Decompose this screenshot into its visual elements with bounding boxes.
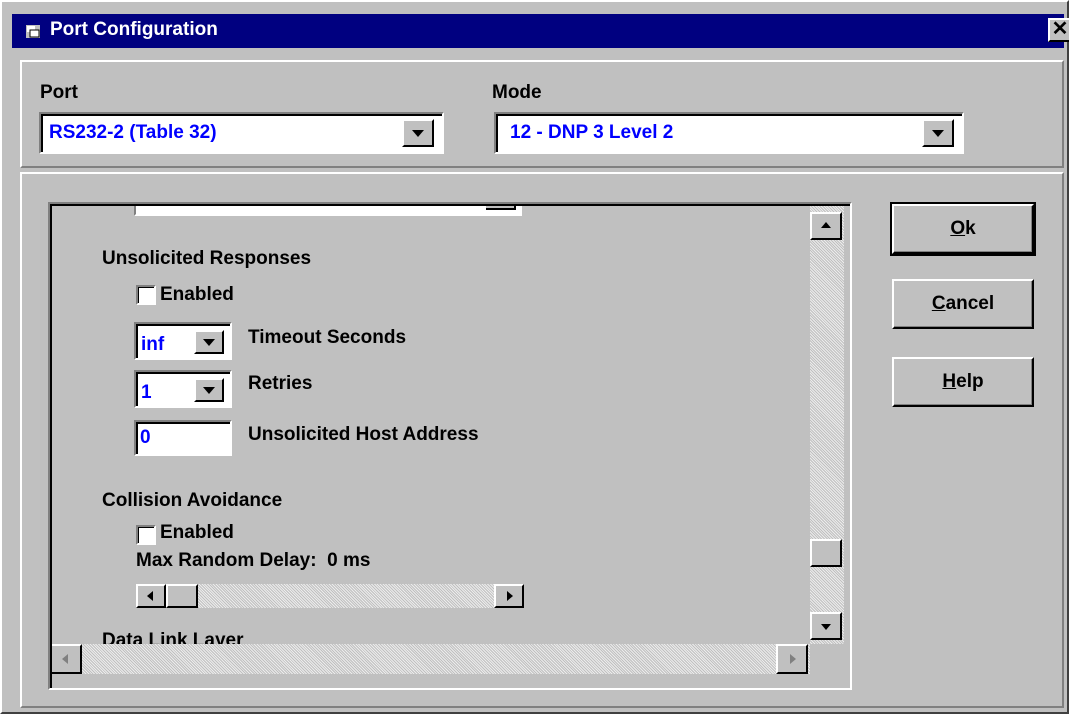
unsolicited-heading: Unsolicited Responses	[102, 248, 312, 269]
max-delay-label: Max Random Delay: 0 ms	[136, 550, 370, 572]
title-bar[interactable]: Port Configuration ✕	[12, 14, 1069, 48]
settings-scroll-area[interactable]: Unsolicited Responses Enabled inf Timeou…	[48, 202, 852, 690]
mode-select-value: 12 - DNP 3 Level 2	[510, 122, 674, 143]
arrow-up-icon	[821, 222, 831, 228]
max-delay-value: 0 ms	[327, 550, 371, 571]
chevron-down-icon	[412, 130, 424, 137]
ok-button[interactable]: Ok	[890, 202, 1036, 256]
window-title: Port Configuration	[50, 19, 218, 40]
mode-select[interactable]: 12 - DNP 3 Level 2	[494, 112, 964, 154]
vertical-scrollbar[interactable]	[810, 204, 844, 644]
app-icon	[26, 25, 40, 38]
slider-right-button[interactable]	[494, 584, 524, 608]
scroll-right-button[interactable]	[776, 644, 808, 674]
help-label: elp	[956, 371, 984, 392]
cancel-label: ancel	[945, 293, 995, 314]
close-button[interactable]: ✕	[1048, 18, 1069, 42]
retries-value: 1	[141, 382, 152, 403]
timeout-select[interactable]: inf	[134, 322, 232, 360]
retries-label: Retries	[248, 373, 313, 394]
ok-label: k	[965, 218, 976, 239]
host-address-input[interactable]: 0	[134, 420, 232, 456]
arrow-left-icon	[147, 591, 153, 601]
port-label: Port	[40, 82, 78, 103]
arrow-down-icon	[821, 624, 831, 630]
timeout-label: Timeout Seconds	[248, 327, 407, 348]
host-address-value: 0	[140, 427, 151, 448]
port-configuration-window: Port Configuration ✕ Port RS232-2 (Table…	[0, 0, 1069, 714]
arrow-right-icon	[507, 591, 513, 601]
mode-label: Mode	[492, 82, 542, 103]
vertical-scroll-thumb[interactable]	[810, 539, 842, 567]
help-button[interactable]: Help	[892, 357, 1034, 407]
port-select[interactable]: RS232-2 (Table 32)	[39, 112, 444, 154]
horizontal-scrollbar[interactable]	[50, 644, 810, 674]
retries-select[interactable]: 1	[134, 370, 232, 408]
chevron-down-icon	[932, 130, 944, 137]
retries-dropdown-button[interactable]	[194, 378, 224, 402]
port-dropdown-button[interactable]	[402, 119, 434, 147]
port-select-value: RS232-2 (Table 32)	[49, 122, 217, 143]
close-icon: ✕	[1051, 18, 1069, 40]
cancel-button[interactable]: Cancel	[892, 279, 1034, 329]
arrow-right-icon	[790, 654, 796, 664]
collision-enabled-checkbox[interactable]	[136, 525, 156, 545]
scroll-down-button[interactable]	[810, 612, 842, 640]
host-address-label: Unsolicited Host Address	[248, 424, 479, 445]
scroll-up-button[interactable]	[810, 212, 842, 240]
scroll-left-button[interactable]	[50, 644, 82, 674]
scrollbar-corner	[810, 644, 844, 674]
partial-select-top[interactable]	[134, 204, 522, 216]
chevron-down-icon	[203, 339, 215, 346]
timeout-value: inf	[141, 334, 165, 355]
arrow-left-icon	[62, 654, 68, 664]
mode-dropdown-button[interactable]	[922, 119, 954, 147]
max-delay-caption: Max Random Delay:	[136, 550, 317, 571]
ok-mnemonic: O	[950, 218, 966, 239]
collision-enabled-label[interactable]: Enabled	[160, 522, 234, 544]
help-mnemonic: H	[942, 371, 957, 392]
chevron-down-icon	[203, 387, 215, 394]
cancel-mnemonic: C	[931, 293, 946, 314]
settings-content: Unsolicited Responses Enabled inf Timeou…	[50, 204, 810, 648]
slider-thumb[interactable]	[166, 584, 198, 608]
max-delay-slider[interactable]	[136, 584, 524, 608]
unsolicited-enabled-checkbox[interactable]	[136, 285, 156, 305]
slider-left-button[interactable]	[136, 584, 166, 608]
timeout-dropdown-button[interactable]	[194, 330, 224, 354]
collision-heading: Collision Avoidance	[102, 490, 283, 511]
unsolicited-enabled-label[interactable]: Enabled	[160, 284, 234, 306]
